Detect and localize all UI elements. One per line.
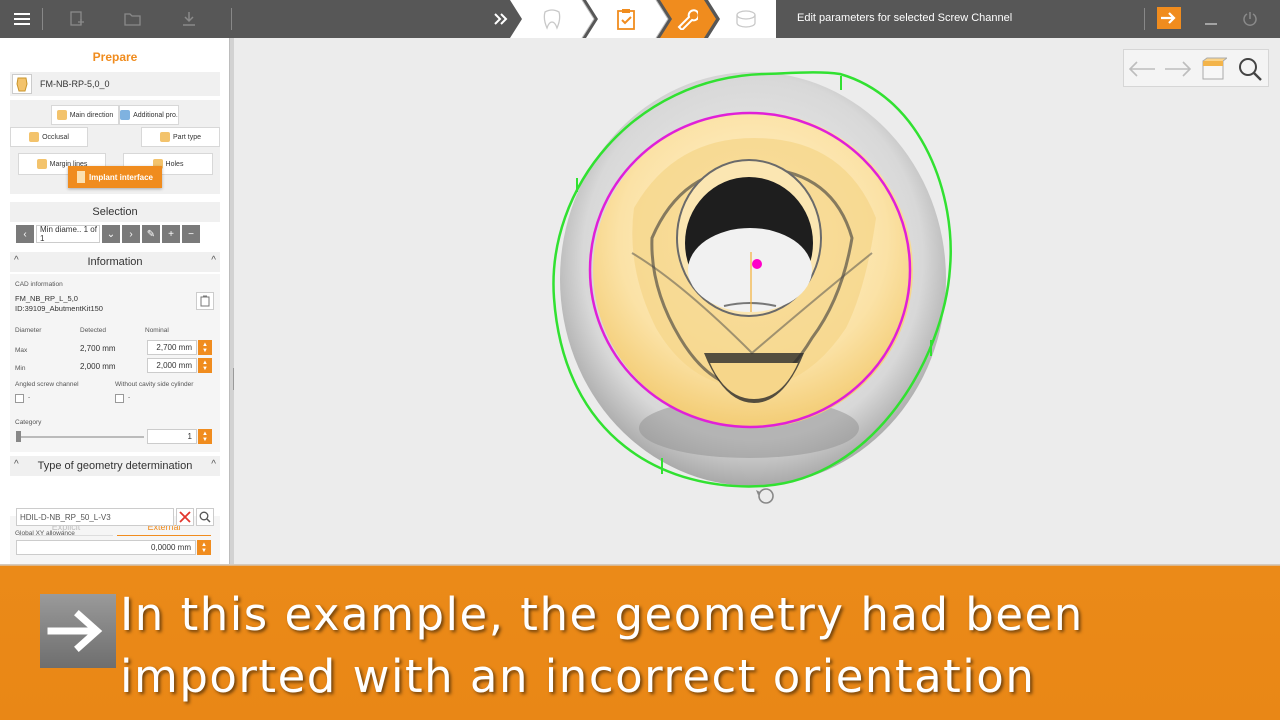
main-direction-icon — [56, 110, 67, 120]
additional-pro-icon — [120, 110, 131, 120]
cad-info-line2: ID:39109_AbutmentKit150 — [15, 304, 103, 313]
step-clipboard-check-icon[interactable] — [612, 0, 640, 38]
abutment-model[interactable] — [234, 38, 1280, 566]
chevron-down-icon[interactable]: ⌄ — [102, 225, 120, 243]
power-icon[interactable] — [1233, 0, 1267, 38]
search-icon[interactable] — [1232, 50, 1268, 88]
part-selector[interactable]: FM-NB-RP-5,0_0 — [10, 72, 220, 96]
cad-info-label: CAD information — [15, 281, 63, 288]
view-cube-icon[interactable] — [1196, 50, 1232, 88]
min-nominal-stepper-icon[interactable]: ▲ ▼ — [198, 358, 212, 373]
without-cavity-value: - — [128, 394, 131, 401]
clipboard-icon[interactable] — [196, 292, 214, 310]
cad-info-line1: FM_NB_RP_L_5,0 — [15, 294, 78, 303]
download-icon[interactable] — [172, 0, 206, 38]
global-xy-allowance-label: Global XY allowance — [15, 530, 75, 537]
panel-title: Prepare — [92, 50, 138, 64]
max-nominal-input[interactable]: 2,700 mm — [147, 340, 197, 355]
selection-dropdown[interactable]: Min diame.. 1 of 1 — [36, 225, 100, 243]
part-type-icon — [159, 132, 170, 142]
information-header[interactable]: ^ Information ^ — [10, 252, 220, 272]
angled-screw-channel-checkbox[interactable] — [15, 394, 24, 403]
3d-viewport[interactable] — [234, 38, 1280, 566]
toolbar-divider — [1144, 8, 1145, 30]
nominal-header: Nominal — [145, 327, 169, 334]
min-detected-value: 2,000 mm — [80, 362, 116, 371]
part-name: FM-NB-RP-5,0_0 — [40, 79, 110, 89]
chevron-up-icon[interactable]: ^ — [14, 459, 19, 470]
min-nominal-input[interactable]: 2,000 mm — [147, 358, 197, 373]
arrow-right-icon — [40, 594, 116, 668]
without-cavity-checkbox[interactable] — [115, 394, 124, 403]
caption-text: In this example, the geometry had been i… — [120, 584, 1270, 708]
part-type-button[interactable]: Part type — [141, 127, 220, 147]
arrow-left-icon[interactable] — [1124, 50, 1160, 88]
chevron-right-icon[interactable]: › — [122, 225, 140, 243]
diameter-header: Diameter — [15, 327, 42, 334]
open-folder-icon[interactable] — [116, 0, 150, 38]
angled-screw-channel-value: - — [28, 394, 31, 401]
allowance-stepper-icon[interactable]: ▲ ▼ — [197, 540, 211, 555]
chevron-up-icon[interactable]: ^ — [14, 255, 19, 266]
toolbar-divider — [42, 8, 43, 30]
without-cavity-label: Without cavity side cylinder — [115, 381, 194, 388]
workflow-steps — [510, 0, 776, 38]
chevron-up-icon[interactable]: ^ — [211, 255, 216, 266]
caption-line-2: imported with an incorrect orientation — [120, 650, 1036, 703]
geometry-file-field[interactable]: HDIL-D-NB_RP_50_L-V3 — [16, 508, 174, 526]
selection-controls: ‹ Min diame.. 1 of 1 ⌄ › ✎ + − — [16, 225, 214, 243]
additional-pro-button[interactable]: Additional pro. — [119, 105, 179, 125]
max-label: Max — [15, 347, 28, 354]
step-milling-disc-icon[interactable] — [732, 0, 760, 38]
category-input[interactable]: 1 — [147, 429, 197, 444]
occlusal-icon — [29, 132, 40, 142]
prepare-panel: Prepare FM-NB-RP-5,0_0 Main direction Ad… — [0, 38, 230, 600]
caption-line-1: In this example, the geometry had been — [120, 588, 1084, 641]
status-message: Edit parameters for selected Screw Chann… — [797, 12, 1013, 24]
detected-header: Detected — [80, 327, 107, 334]
menu-icon[interactable] — [5, 0, 39, 38]
search-icon[interactable] — [196, 508, 214, 526]
geometry-header[interactable]: ^ Type of geometry determination ^ — [10, 456, 220, 476]
minimize-icon[interactable] — [1194, 0, 1228, 38]
max-detected-value: 2,700 mm — [80, 344, 116, 353]
new-file-icon[interactable] — [60, 0, 94, 38]
next-step-button[interactable] — [1157, 7, 1181, 29]
step-wrench-icon[interactable] — [672, 0, 702, 38]
toolbar-divider — [231, 8, 232, 30]
margin-lines-icon — [36, 159, 47, 169]
step-tooth-icon[interactable] — [538, 0, 566, 38]
abutment-thumbnail-icon — [12, 74, 32, 94]
min-label: Min — [15, 365, 26, 372]
implant-interface-button[interactable]: Implant interface — [68, 166, 162, 188]
arrow-right-icon — [1161, 12, 1176, 24]
top-toolbar: Edit parameters for selected Screw Chann… — [0, 0, 1280, 38]
category-slider-handle[interactable] — [16, 431, 21, 442]
information-section: CAD information FM_NB_RP_L_5,0 ID:39109_… — [10, 274, 220, 452]
category-slider-track[interactable] — [16, 436, 144, 438]
global-xy-allowance-input[interactable]: 0,0000 mm — [16, 540, 196, 555]
minus-icon[interactable]: − — [182, 225, 200, 243]
arrow-right-icon[interactable] — [1160, 50, 1196, 88]
angled-screw-channel-label: Angled screw channel — [15, 381, 79, 388]
view-toolbar — [1123, 49, 1269, 87]
occlusal-button[interactable]: Occlusal — [10, 127, 88, 147]
main-direction-button[interactable]: Main direction — [51, 105, 119, 125]
chevron-left-icon[interactable]: ‹ — [16, 225, 34, 243]
eraser-icon[interactable]: ✎ — [142, 225, 160, 243]
max-nominal-stepper-icon[interactable]: ▲ ▼ — [198, 340, 212, 355]
category-label: Category — [15, 419, 42, 426]
selection-header: Selection — [10, 202, 220, 222]
category-stepper-icon[interactable]: ▲ ▼ — [198, 429, 212, 444]
workflow-collapse-chevrons-icon[interactable] — [490, 0, 512, 38]
plus-icon[interactable]: + — [162, 225, 180, 243]
close-icon[interactable] — [176, 508, 194, 526]
chevron-up-icon[interactable]: ^ — [211, 459, 216, 470]
implant-icon — [76, 171, 85, 183]
